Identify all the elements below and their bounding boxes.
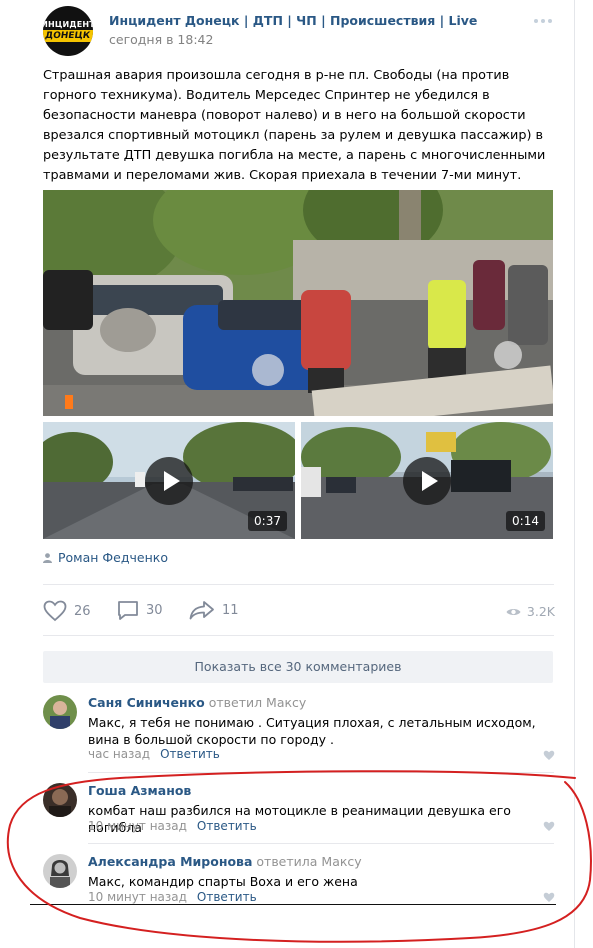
comment-meta: час назад Ответить <box>88 747 220 761</box>
comment-item: Саня Синиченко ответил Максу Макс, я теб… <box>43 695 555 765</box>
heart-icon <box>43 600 67 622</box>
post-author[interactable]: Роман Федченко <box>43 550 168 565</box>
like-count: 26 <box>74 603 91 619</box>
commenter-name[interactable]: Гоша Азманов <box>88 783 191 798</box>
avatar-image <box>43 783 77 817</box>
heart-icon[interactable] <box>543 821 555 832</box>
comment-meta: 10 минут назад Ответить <box>88 819 257 833</box>
replied-to[interactable]: ответила Максу <box>256 854 361 869</box>
divider <box>43 635 554 636</box>
avatar-logo-text-2: ДОНЕЦК <box>43 30 93 42</box>
author-name[interactable]: Роман Федченко <box>58 550 168 565</box>
comment-item: Александра Миронова ответила Максу Макс,… <box>43 854 555 904</box>
heart-icon[interactable] <box>543 750 555 761</box>
video-duration: 0:14 <box>506 511 545 531</box>
avatar[interactable] <box>43 854 77 888</box>
post-actions: 26 30 11 3.2K <box>43 596 555 626</box>
divider <box>88 772 554 773</box>
comment-time[interactable]: час назад <box>88 747 150 761</box>
video-thumbnail[interactable]: 0:14 <box>301 422 553 539</box>
comment-meta: 10 минут назад Ответить <box>88 890 257 904</box>
avatar[interactable] <box>43 695 77 729</box>
play-button[interactable] <box>403 456 451 505</box>
comment-header: Саня Синиченко ответил Максу <box>88 695 306 710</box>
comment-time[interactable]: 10 минут назад <box>88 819 187 833</box>
comment-count: 30 <box>146 603 163 618</box>
reply-link[interactable]: Ответить <box>197 819 257 833</box>
show-all-comments-button[interactable]: Показать все 30 комментариев <box>43 651 553 683</box>
post-time[interactable]: сегодня в 18:42 <box>109 32 213 47</box>
post-card: ИНЦИДЕНТ ДОНЕЦК Инцидент Донецк | ДТП | … <box>0 0 575 948</box>
comment-button[interactable]: 30 <box>117 600 163 621</box>
reply-link[interactable]: Ответить <box>197 890 257 904</box>
eye-icon <box>506 608 521 615</box>
share-icon <box>189 601 214 620</box>
video-thumbnail[interactable]: 0:37 <box>43 422 295 539</box>
share-button[interactable]: 11 <box>189 600 239 620</box>
comment-time[interactable]: 10 минут назад <box>88 890 187 904</box>
group-name-link[interactable]: Инцидент Донецк | ДТП | ЧП | Происшестви… <box>109 13 477 28</box>
commenter-name[interactable]: Саня Синиченко <box>88 695 205 710</box>
post-header: ИНЦИДЕНТ ДОНЕЦК Инцидент Донецк | ДТП | … <box>43 6 554 56</box>
video-duration: 0:37 <box>248 511 287 531</box>
views-count: 3.2K <box>526 604 555 619</box>
play-icon <box>164 470 180 491</box>
views-counter: 3.2K <box>506 604 555 619</box>
commenter-name[interactable]: Александра Миронова <box>88 854 252 869</box>
like-button[interactable]: 26 <box>43 600 91 622</box>
divider <box>43 584 554 585</box>
comment-header: Гоша Азманов <box>88 783 191 798</box>
comment-text: Макс, я тебя не понимаю . Ситуация плоха… <box>88 715 536 747</box>
divider <box>88 843 554 844</box>
avatar-image <box>43 695 77 729</box>
share-count: 11 <box>222 602 239 618</box>
person-icon <box>43 552 52 563</box>
divider <box>30 904 556 905</box>
play-icon <box>422 470 438 491</box>
heart-icon[interactable] <box>543 892 555 903</box>
group-avatar[interactable]: ИНЦИДЕНТ ДОНЕЦК <box>43 6 93 56</box>
avatar-logo-text: ИНЦИДЕНТ <box>43 20 93 29</box>
play-button[interactable] <box>145 456 193 505</box>
avatar[interactable] <box>43 783 77 817</box>
post-photo[interactable] <box>43 190 553 416</box>
more-options-icon[interactable] <box>534 16 554 26</box>
photo-scene <box>43 190 553 416</box>
comment-text: Макс, командир спарты Воха и его жена <box>88 874 358 889</box>
comment-icon <box>118 601 138 620</box>
comment-header: Александра Миронова ответила Максу <box>88 854 362 869</box>
replied-to[interactable]: ответил Максу <box>209 695 307 710</box>
post-text: Страшная авария произошла сегодня в р-не… <box>43 68 546 183</box>
avatar-image <box>43 854 77 888</box>
comment-item: Гоша Азманов комбат наш разбился на мото… <box>43 783 555 835</box>
reply-link[interactable]: Ответить <box>160 747 220 761</box>
